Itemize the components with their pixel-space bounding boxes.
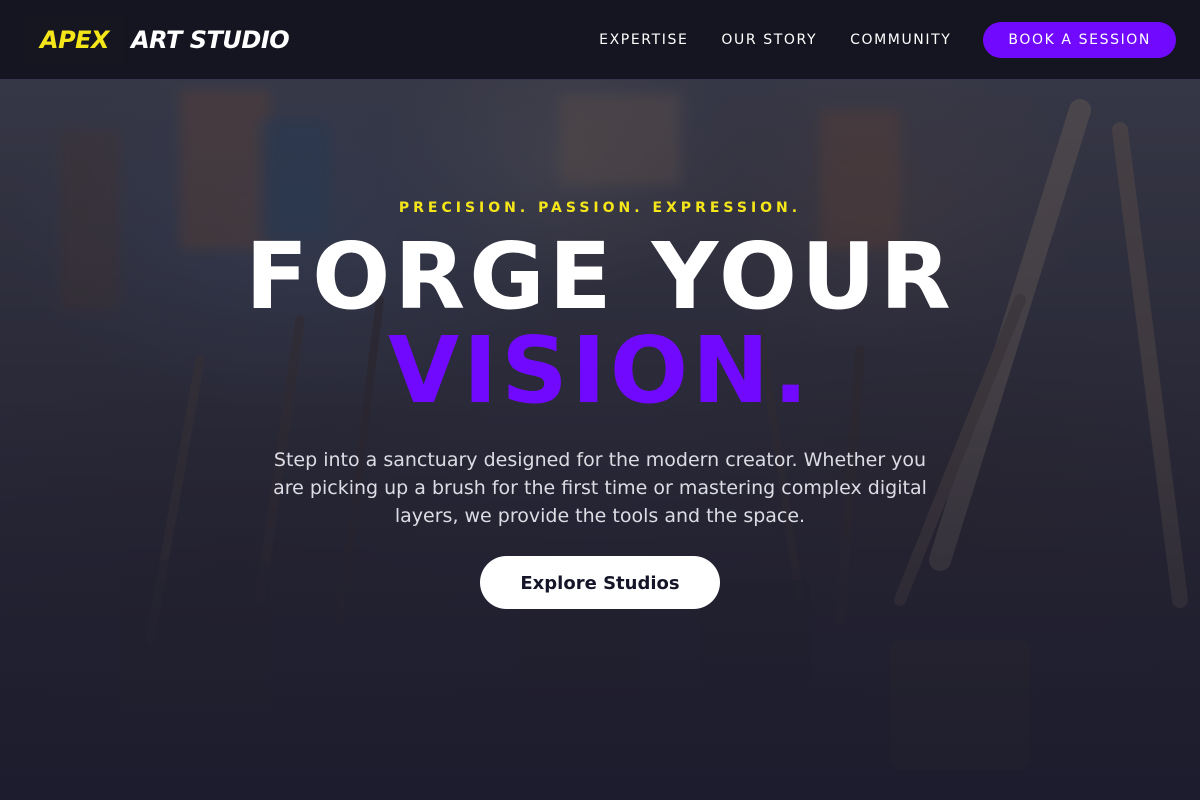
brand-name: ART STUDIO: [131, 26, 290, 54]
brand-accent-word: APEX: [24, 16, 124, 64]
headline-line-2: VISION.: [387, 317, 813, 424]
hero-tagline: PRECISION. PASSION. EXPRESSION.: [398, 200, 802, 216]
landing-page: APEX ART STUDIO EXPERTISE OUR STORY COMM…: [0, 0, 1200, 800]
book-session-button[interactable]: BOOK A SESSION: [983, 22, 1176, 58]
nav-link-our-story[interactable]: OUR STORY: [721, 32, 817, 48]
explore-studios-button[interactable]: Explore Studios: [480, 556, 720, 609]
hero-description: Step into a sanctuary designed for the m…: [273, 449, 927, 527]
nav-link-expertise[interactable]: EXPERTISE: [599, 32, 688, 48]
site-header: APEX ART STUDIO EXPERTISE OUR STORY COMM…: [0, 0, 1200, 80]
headline-line-1: FORGE YOUR: [245, 223, 955, 330]
main-nav: EXPERTISE OUR STORY COMMUNITY BOOK A SES…: [599, 22, 1176, 58]
hero-section: PRECISION. PASSION. EXPRESSION. FORGE YO…: [0, 196, 1200, 609]
hero-headline: FORGE YOUR VISION.: [0, 230, 1200, 418]
nav-link-community[interactable]: COMMUNITY: [850, 32, 951, 48]
brand-logo[interactable]: APEX ART STUDIO: [24, 16, 290, 64]
